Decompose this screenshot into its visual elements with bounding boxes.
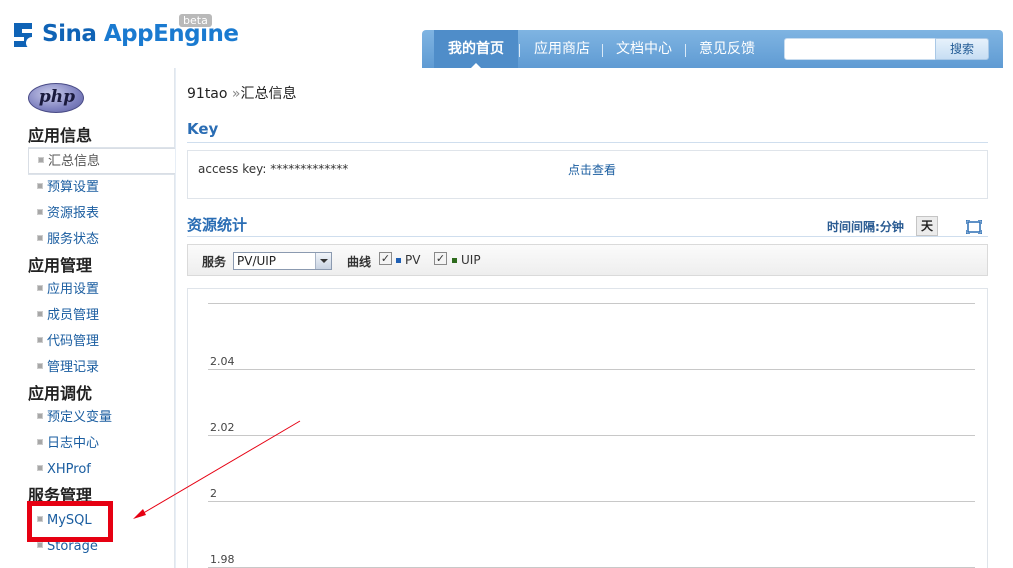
y-tick-label: 2.02 bbox=[210, 421, 235, 434]
y-tick-label: 2 bbox=[210, 487, 217, 500]
pv-checkbox[interactable]: ✓ bbox=[379, 252, 392, 265]
uip-legend-swatch bbox=[452, 258, 457, 263]
sidebar-item-label: XHProf bbox=[47, 462, 91, 477]
sidebar-item-label: 代码管理 bbox=[47, 334, 100, 349]
service-select[interactable]: PV/UIP bbox=[233, 252, 332, 270]
bullet-icon bbox=[37, 439, 43, 445]
service-label: 服务 bbox=[202, 255, 227, 269]
breadcrumb-current: 汇总信息 bbox=[240, 86, 297, 102]
section-title-app-manage: 应用管理 bbox=[28, 256, 93, 275]
beta-badge: beta bbox=[179, 14, 212, 27]
chart-filter-bar: 服务 PV/UIP 曲线 ✓ PV ✓ UIP bbox=[187, 244, 988, 276]
search-button[interactable]: 搜索 bbox=[935, 38, 989, 60]
sidebar-item-label: 管理记录 bbox=[47, 360, 100, 375]
uip-checkbox[interactable]: ✓ bbox=[434, 252, 447, 265]
bullet-icon bbox=[37, 209, 43, 215]
sidebar-item-resource-report[interactable]: 资源报表 bbox=[28, 201, 175, 227]
interval-selector: 时间间隔:分钟 bbox=[827, 218, 904, 235]
nav-separator bbox=[602, 44, 603, 57]
nav-separator bbox=[519, 44, 520, 57]
divider bbox=[187, 142, 988, 143]
sidebar-item-xhprof[interactable]: XHProf bbox=[28, 457, 175, 483]
chart-svg: 2.04 2.02 2 1.98 bbox=[208, 303, 975, 568]
header: Sina AppEngine beta 我的首页 应用商店 文档中心 意见反馈 … bbox=[0, 0, 1013, 68]
sidebar-item-manage-log[interactable]: 管理记录 bbox=[28, 355, 175, 381]
sidebar-item-service-status[interactable]: 服务状态 bbox=[28, 227, 175, 253]
bullet-icon bbox=[37, 285, 43, 291]
bullet-icon bbox=[37, 183, 43, 189]
divider bbox=[187, 236, 988, 237]
chevron-down-icon[interactable] bbox=[315, 253, 331, 269]
breadcrumb-app[interactable]: 91tao bbox=[187, 86, 227, 102]
sidebar-item-log-center[interactable]: 日志中心 bbox=[28, 431, 175, 457]
sidebar-item-code[interactable]: 代码管理 bbox=[28, 329, 175, 355]
search-input[interactable] bbox=[784, 38, 936, 60]
access-key-label: access key: ************* bbox=[198, 162, 349, 176]
interval-label: 时间间隔: bbox=[827, 220, 880, 234]
bullet-icon bbox=[37, 542, 43, 548]
sidebar-item-label: 服务状态 bbox=[47, 232, 100, 247]
section-title-app-info: 应用信息 bbox=[28, 126, 93, 145]
breadcrumb: 91tao »汇总信息 bbox=[187, 83, 296, 103]
pv-legend-swatch bbox=[396, 258, 401, 263]
nav-app-store[interactable]: 应用商店 bbox=[534, 30, 590, 68]
view-key-link[interactable]: 点击查看 bbox=[568, 161, 616, 178]
interval-minute-option[interactable]: 分钟 bbox=[880, 220, 904, 234]
bullet-icon bbox=[37, 363, 43, 369]
y-tick-label: 1.98 bbox=[210, 553, 235, 566]
logo-text-appengine: AppEngine bbox=[103, 21, 239, 47]
sidebar-item-label: 汇总信息 bbox=[48, 154, 101, 169]
bullet-icon bbox=[37, 311, 43, 317]
y-tick-label: 2.04 bbox=[210, 355, 235, 368]
fullscreen-icon[interactable] bbox=[965, 219, 983, 235]
sidebar: php 应用信息 汇总信息 预算设置 资源报表 服务状态 应用管理 应用设置 成… bbox=[13, 68, 175, 568]
sidebar-item-label: 预算设置 bbox=[47, 180, 100, 195]
sidebar-item-members[interactable]: 成员管理 bbox=[28, 303, 175, 329]
nav-home[interactable]: 我的首页 bbox=[434, 30, 518, 68]
nav-feedback[interactable]: 意见反馈 bbox=[699, 30, 755, 68]
nav-docs[interactable]: 文档中心 bbox=[616, 30, 672, 68]
interval-day-option[interactable]: 天 bbox=[916, 216, 938, 236]
main-content: 91tao »汇总信息 Key access key: ************… bbox=[176, 68, 1003, 568]
sidebar-item-predefined-vars[interactable]: 预定义变量 bbox=[28, 405, 175, 431]
uip-legend-label: UIP bbox=[461, 253, 481, 267]
key-section-title: Key bbox=[187, 120, 219, 138]
bullet-icon bbox=[37, 235, 43, 241]
sidebar-item-summary[interactable]: 汇总信息 bbox=[28, 148, 175, 174]
sidebar-item-label: 日志中心 bbox=[47, 436, 100, 451]
php-logo-icon: php bbox=[28, 83, 84, 113]
php-logo-text: php bbox=[38, 87, 76, 107]
highlight-box-mysql bbox=[27, 501, 113, 542]
sidebar-item-label: 应用设置 bbox=[47, 282, 100, 297]
section-title-app-tuning: 应用调优 bbox=[28, 384, 93, 403]
bullet-icon bbox=[37, 413, 43, 419]
nav-separator bbox=[685, 44, 686, 57]
bullet-icon bbox=[37, 337, 43, 343]
cloud-logo-icon bbox=[12, 19, 40, 49]
bullet-icon bbox=[37, 465, 43, 471]
resource-chart: 2.04 2.02 2 1.98 bbox=[187, 288, 988, 568]
top-navbar: 我的首页 应用商店 文档中心 意见反馈 搜索 bbox=[422, 30, 1003, 68]
service-select-value: PV/UIP bbox=[237, 254, 277, 268]
logo-text-sina: Sina bbox=[42, 21, 104, 47]
sidebar-item-budget[interactable]: 预算设置 bbox=[28, 175, 175, 201]
sidebar-item-label: 资源报表 bbox=[47, 206, 100, 221]
stats-section-title: 资源统计 bbox=[187, 216, 248, 234]
sidebar-item-app-settings[interactable]: 应用设置 bbox=[28, 277, 175, 303]
sidebar-item-label: 预定义变量 bbox=[47, 410, 113, 425]
curve-label: 曲线 bbox=[347, 255, 372, 269]
bullet-icon bbox=[38, 157, 44, 163]
sidebar-item-label: 成员管理 bbox=[47, 308, 100, 323]
key-panel: access key: ************* 点击查看 bbox=[187, 150, 988, 199]
pv-legend-label: PV bbox=[405, 253, 421, 267]
